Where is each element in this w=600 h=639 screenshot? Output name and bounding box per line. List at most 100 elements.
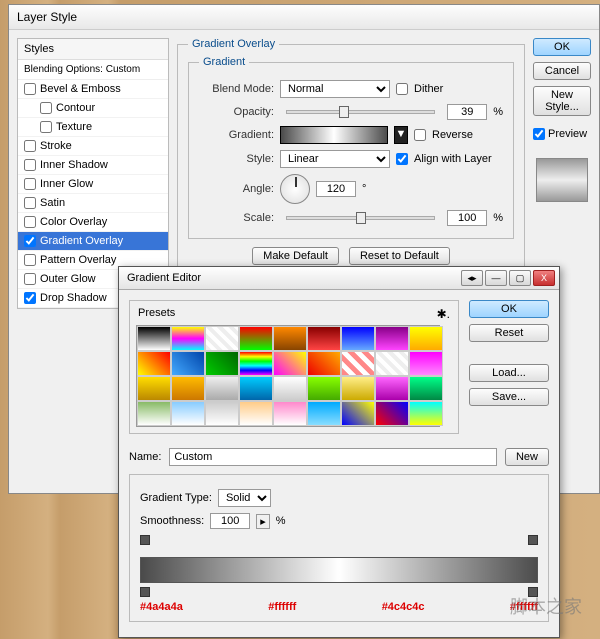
- cancel-button[interactable]: Cancel: [533, 62, 591, 80]
- gradient-swatch[interactable]: [280, 126, 388, 144]
- preset-swatch[interactable]: [307, 351, 341, 376]
- preset-swatch[interactable]: [341, 351, 375, 376]
- preset-swatch[interactable]: [375, 326, 409, 351]
- ge-reset-button[interactable]: Reset: [469, 324, 549, 342]
- preset-swatch[interactable]: [273, 326, 307, 351]
- style-item[interactable]: Stroke: [18, 137, 168, 156]
- preset-swatch[interactable]: [273, 376, 307, 401]
- style-checkbox[interactable]: [24, 83, 36, 95]
- reverse-checkbox[interactable]: [414, 129, 426, 141]
- style-checkbox[interactable]: [24, 178, 36, 190]
- color-stop[interactable]: [140, 587, 150, 597]
- style-checkbox[interactable]: [24, 273, 36, 285]
- preset-swatch[interactable]: [171, 326, 205, 351]
- smooth-dd-icon[interactable]: ▸: [256, 514, 270, 529]
- opacity-stop[interactable]: [528, 535, 538, 545]
- preset-swatch[interactable]: [205, 326, 239, 351]
- preset-swatch[interactable]: [375, 401, 409, 426]
- new-button[interactable]: New: [505, 448, 549, 466]
- scale-input[interactable]: [447, 210, 487, 226]
- styles-header[interactable]: Styles: [18, 39, 168, 60]
- style-label: Stroke: [40, 140, 72, 152]
- preset-swatch[interactable]: [239, 401, 273, 426]
- window-title: Layer Style: [9, 5, 599, 30]
- smooth-input[interactable]: [210, 513, 250, 529]
- smooth-label: Smoothness:: [140, 515, 204, 527]
- reset-default-button[interactable]: Reset to Default: [349, 247, 450, 265]
- style-checkbox[interactable]: [40, 121, 52, 133]
- preview-checkbox[interactable]: [533, 128, 545, 140]
- blending-options[interactable]: Blending Options: Custom: [18, 60, 168, 80]
- ge-save-button[interactable]: Save...: [469, 388, 549, 406]
- preset-swatch[interactable]: [239, 326, 273, 351]
- close-icon[interactable]: X: [533, 270, 555, 286]
- ge-ok-button[interactable]: OK: [469, 300, 549, 318]
- gradient-dropdown-icon[interactable]: ▼: [394, 126, 408, 144]
- style-checkbox[interactable]: [40, 102, 52, 114]
- preset-swatch[interactable]: [409, 351, 443, 376]
- style-item[interactable]: Bevel & Emboss: [18, 80, 168, 99]
- style-checkbox[interactable]: [24, 197, 36, 209]
- style-item[interactable]: Gradient Overlay: [18, 232, 168, 251]
- align-checkbox[interactable]: [396, 153, 408, 165]
- preset-swatch[interactable]: [409, 326, 443, 351]
- make-default-button[interactable]: Make Default: [252, 247, 339, 265]
- preset-swatch[interactable]: [307, 326, 341, 351]
- type-select[interactable]: Solid: [218, 489, 271, 507]
- preset-swatch[interactable]: [171, 401, 205, 426]
- style-item[interactable]: Texture: [18, 118, 168, 137]
- opacity-stop[interactable]: [140, 535, 150, 545]
- style-item[interactable]: Inner Glow: [18, 175, 168, 194]
- maximize-icon[interactable]: ▢: [509, 270, 531, 286]
- preset-swatch[interactable]: [205, 351, 239, 376]
- preset-swatch[interactable]: [375, 351, 409, 376]
- preset-swatch[interactable]: [171, 376, 205, 401]
- preset-swatch[interactable]: [171, 351, 205, 376]
- style-item[interactable]: Satin: [18, 194, 168, 213]
- style-item[interactable]: Inner Shadow: [18, 156, 168, 175]
- scale-slider[interactable]: [286, 216, 435, 220]
- preset-swatch[interactable]: [307, 376, 341, 401]
- help-icon[interactable]: ◂▸: [461, 270, 483, 286]
- preset-swatch[interactable]: [137, 376, 171, 401]
- ok-button[interactable]: OK: [533, 38, 591, 56]
- preset-swatch[interactable]: [205, 401, 239, 426]
- preset-swatch[interactable]: [341, 326, 375, 351]
- preset-swatch[interactable]: [273, 351, 307, 376]
- style-checkbox[interactable]: [24, 140, 36, 152]
- preset-swatch[interactable]: [341, 376, 375, 401]
- gear-icon[interactable]: ✱.: [437, 307, 450, 321]
- angle-dial[interactable]: [280, 174, 310, 204]
- preset-swatch[interactable]: [409, 376, 443, 401]
- opacity-slider[interactable]: [286, 110, 435, 114]
- style-item[interactable]: Color Overlay: [18, 213, 168, 232]
- preset-swatch[interactable]: [307, 401, 341, 426]
- preset-swatch[interactable]: [239, 376, 273, 401]
- name-input[interactable]: [169, 448, 497, 466]
- new-style-button[interactable]: New Style...: [533, 86, 591, 116]
- ge-load-button[interactable]: Load...: [469, 364, 549, 382]
- preset-swatch[interactable]: [375, 376, 409, 401]
- opacity-input[interactable]: [447, 104, 487, 120]
- angle-input[interactable]: [316, 181, 356, 197]
- style-checkbox[interactable]: [24, 159, 36, 171]
- preset-swatch[interactable]: [273, 401, 307, 426]
- preset-swatch[interactable]: [137, 351, 171, 376]
- panel-legend: Gradient Overlay: [188, 38, 279, 50]
- gradient-bar[interactable]: [140, 557, 538, 583]
- preset-swatch[interactable]: [137, 401, 171, 426]
- preset-swatch[interactable]: [409, 401, 443, 426]
- dither-checkbox[interactable]: [396, 83, 408, 95]
- preset-swatch[interactable]: [137, 326, 171, 351]
- preset-swatch[interactable]: [205, 376, 239, 401]
- preset-swatch[interactable]: [341, 401, 375, 426]
- style-checkbox[interactable]: [24, 254, 36, 266]
- style-item[interactable]: Contour: [18, 99, 168, 118]
- preset-swatch[interactable]: [239, 351, 273, 376]
- style-checkbox[interactable]: [24, 216, 36, 228]
- blend-mode-select[interactable]: Normal: [280, 80, 390, 98]
- minimize-icon[interactable]: —: [485, 270, 507, 286]
- style-checkbox[interactable]: [24, 235, 36, 247]
- style-select[interactable]: Linear: [280, 150, 390, 168]
- style-checkbox[interactable]: [24, 292, 36, 304]
